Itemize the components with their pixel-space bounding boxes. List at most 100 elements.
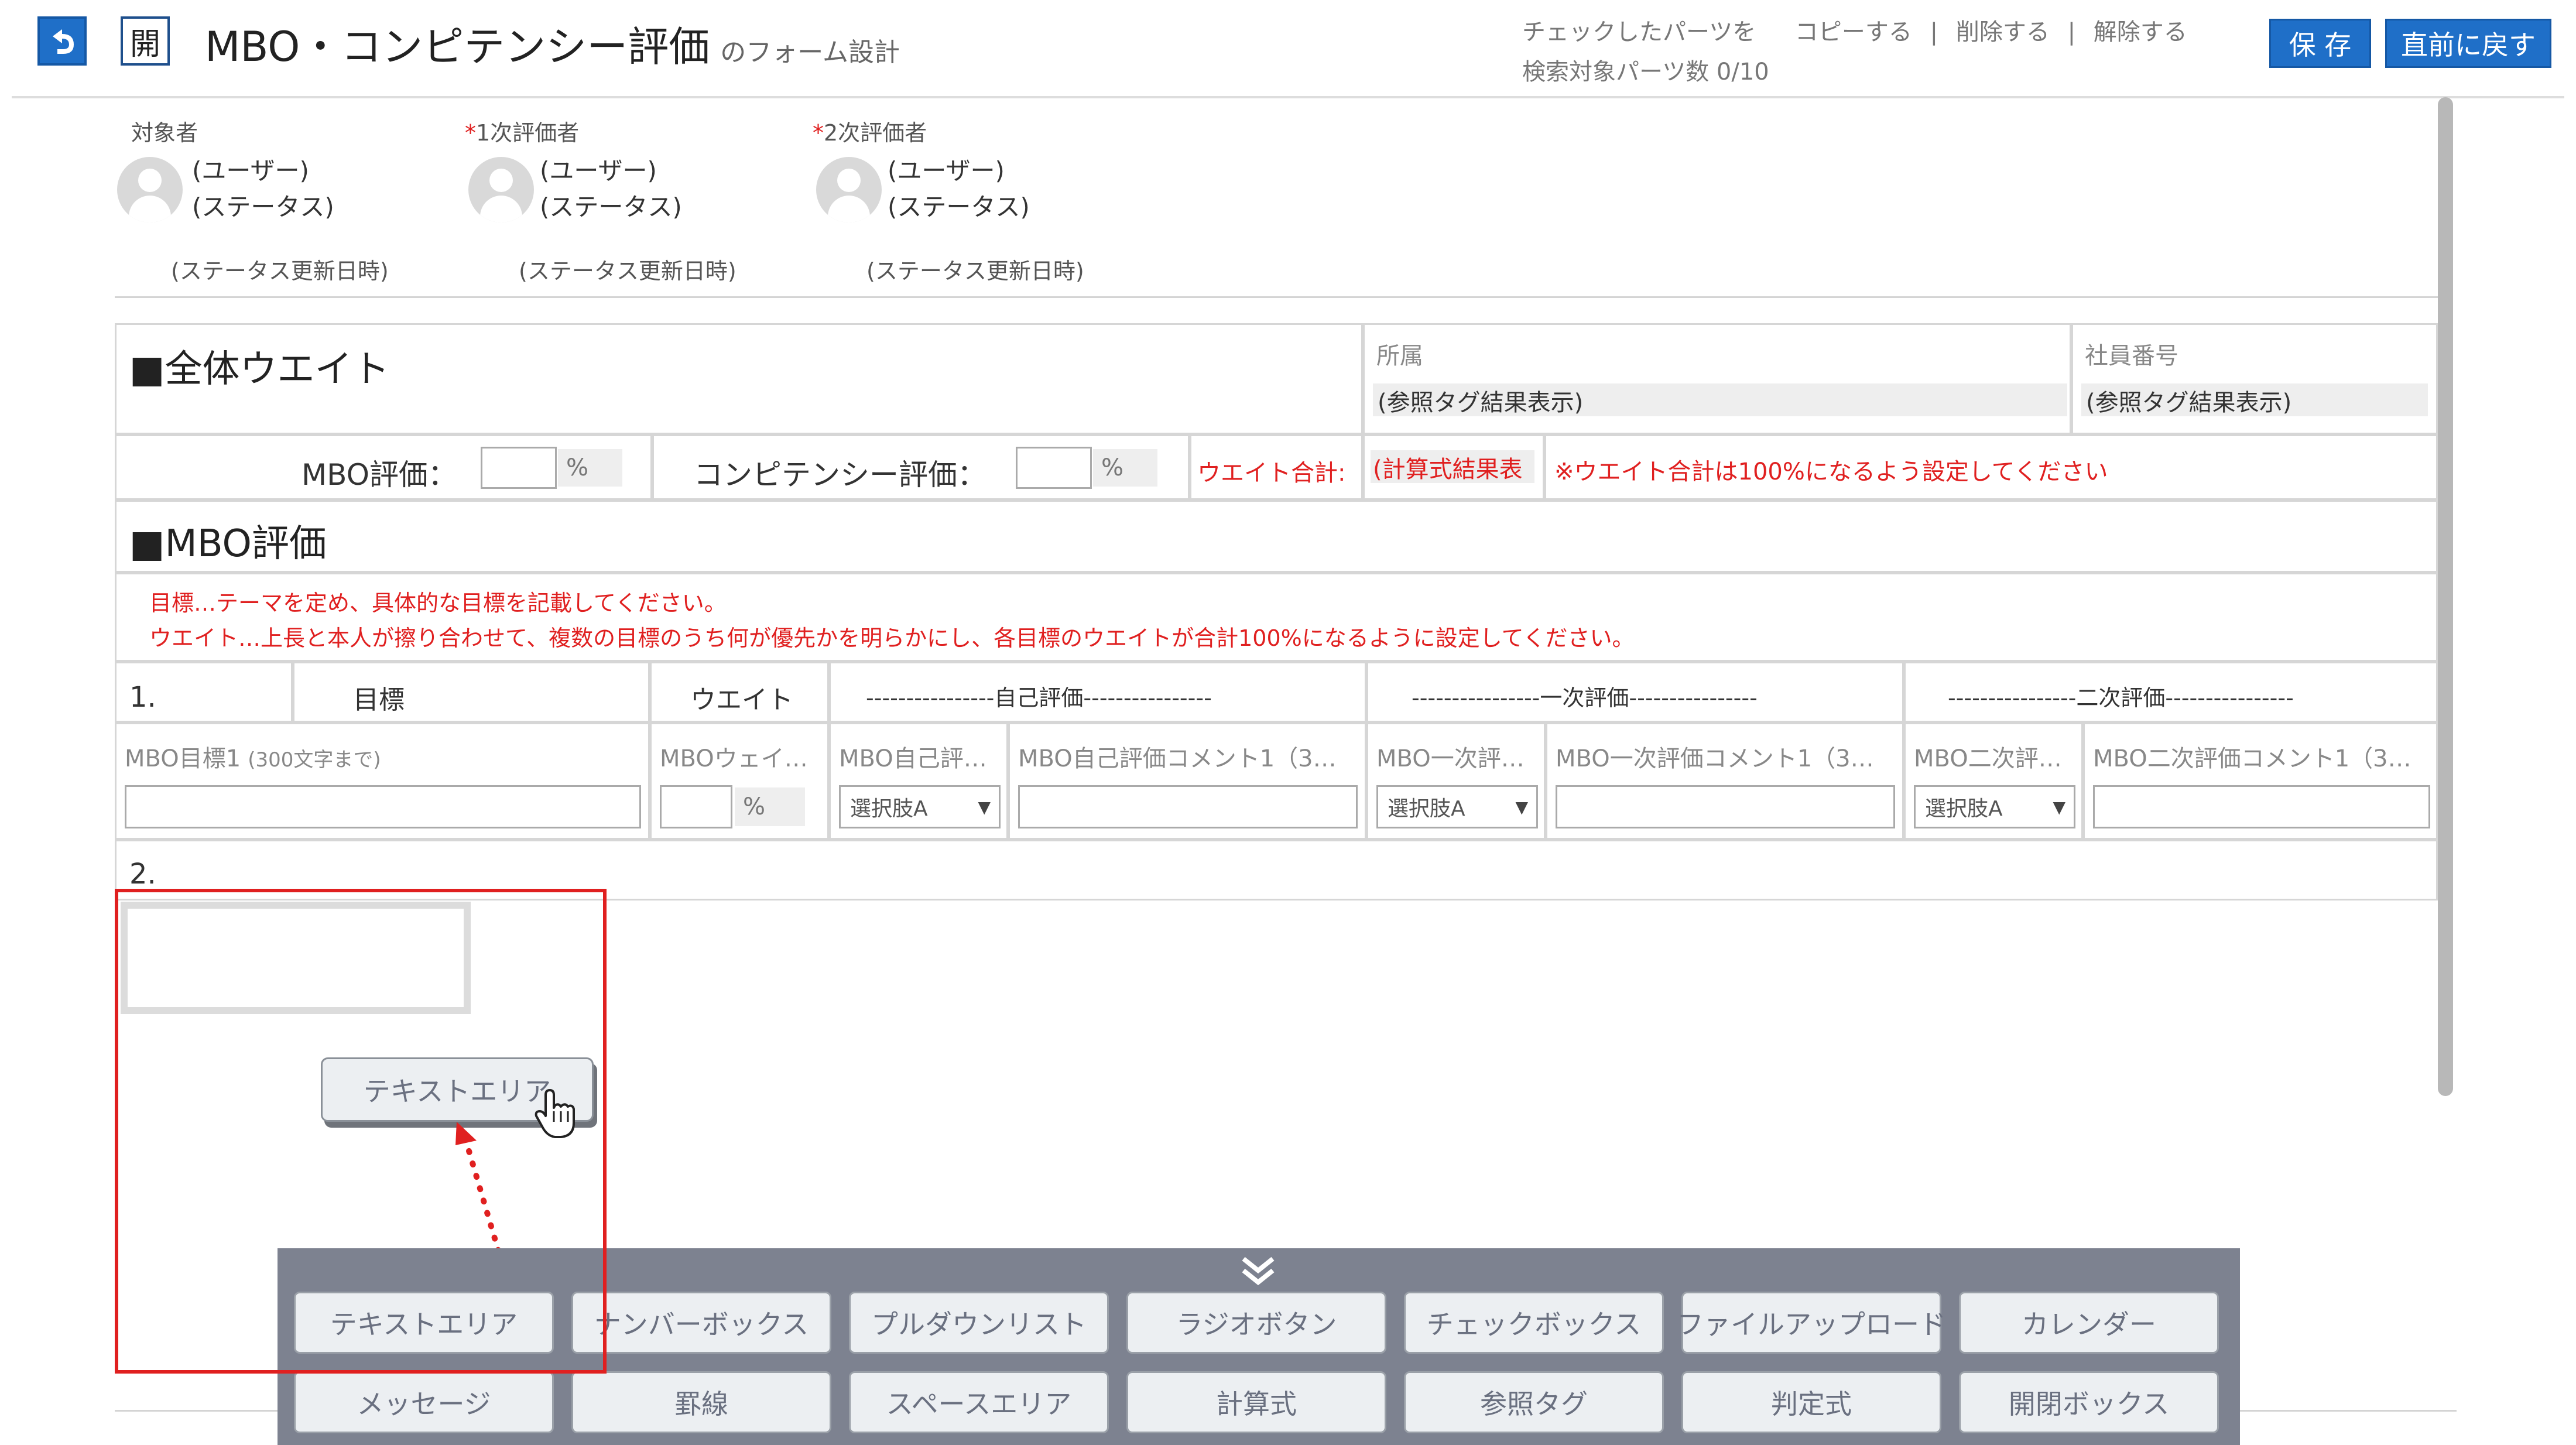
copy-link[interactable]: コピーする <box>1795 19 1912 46</box>
double-chevron-down-icon[interactable] <box>1238 1254 1279 1289</box>
total-label-cell: ウエイト合計: <box>1190 434 1363 500</box>
mbo-weight-label: MBO評価： <box>302 458 457 492</box>
row-number: 1. <box>129 681 156 714</box>
open-form-button[interactable]: 開 <box>121 16 170 66</box>
self-eval-label: MBO自己評… <box>839 745 987 772</box>
second-comment-cell: MBO二次評価コメント1（3… <box>2083 722 2438 840</box>
goal-weight-input[interactable] <box>660 785 732 828</box>
select-value: 選択肢A <box>850 797 928 821</box>
palette-radio-button[interactable]: ラジオボタン <box>1126 1292 1386 1354</box>
self-comment-label: MBO自己評価コメント1（3… <box>1018 745 1337 772</box>
col-goal-cell: 目標 <box>293 662 650 722</box>
palette-checkbox-button[interactable]: チェックボックス <box>1404 1292 1664 1354</box>
checked-parts-label: チェックしたパーツを <box>1522 19 1756 46</box>
weight-note: ※ウエイト合計は100%になるよう設定してください <box>1554 458 2108 485</box>
affiliation-value: (参照タグ結果表示) <box>1373 383 2067 416</box>
employee-no-label: 社員番号 <box>2085 343 2178 369</box>
self-comment-cell: MBO自己評価コメント1（3… <box>1008 722 1366 840</box>
bottom-divider <box>115 1410 278 1412</box>
goal-field-label: MBO目標1 <box>125 745 241 772</box>
checked-parts-bar: チェックしたパーツを コピーする | 削除する | 解除する <box>1522 13 2187 47</box>
competency-weight-cell: コンピテンシー評価： % <box>652 434 1190 500</box>
palette-collapsebox-button[interactable]: 開閉ボックス <box>1959 1371 2219 1433</box>
col-self-cell: ----------------自己評価---------------- <box>829 662 1366 722</box>
highlight-frame <box>115 889 607 1374</box>
undo-arrow-icon <box>53 29 74 54</box>
required-mark: * <box>465 120 476 146</box>
avatar <box>816 157 882 222</box>
save-button[interactable]: 保 存 <box>2269 19 2371 68</box>
evaluator-status: (ステータス) <box>888 193 1030 221</box>
competency-weight-label: コンピテンシー評価： <box>694 458 986 492</box>
select-value: 選択肢A <box>1925 797 2003 821</box>
weight-field-cell: MBOウェイ… % <box>650 722 829 840</box>
evaluator-role: 2次評価者 <box>824 120 927 146</box>
release-link[interactable]: 解除する <box>2094 19 2187 46</box>
goal-input[interactable] <box>125 785 641 828</box>
mbo-instruction-cell: 目標…テーマを定め、具体的な目標を記載してください。 ウエイト…上長と本人が擦り… <box>115 573 2438 662</box>
palette-ruleline-button[interactable]: 罫線 <box>571 1371 831 1433</box>
dropdown-arrow-icon: ▼ <box>1515 797 1528 817</box>
palette-formula-button[interactable]: 計算式 <box>1126 1371 1386 1433</box>
title-subtitle: のフォーム設計 <box>720 37 900 67</box>
search-count: 検索対象パーツ数 0/10 <box>1522 59 1769 85</box>
bottom-divider <box>2240 1410 2457 1412</box>
instruction-goal: 目標…テーマを定め、具体的な目標を記載してください。 <box>149 590 727 616</box>
evaluator-role: 1次評価者 <box>476 120 580 146</box>
header-divider <box>12 96 2564 98</box>
second-eval-label: MBO二次評… <box>1914 745 2062 772</box>
employee-no-cell: 社員番号 (参照タグ結果表示) <box>2071 323 2438 434</box>
weight-section-title: ■全体ウエイト <box>129 348 390 391</box>
row-number-cell: 1. <box>115 662 293 722</box>
dropdown-arrow-icon: ▼ <box>2053 797 2065 817</box>
evaluator-status: (ステータス) <box>540 193 682 221</box>
palette-pulldown-button[interactable]: プルダウンリスト <box>849 1292 1109 1354</box>
title-text: MBO・コンピテンシー評価 <box>205 23 710 71</box>
scrollbar-thumb[interactable] <box>2438 97 2453 1096</box>
col-goal: 目標 <box>353 685 405 715</box>
select-value: 選択肢A <box>1388 797 1465 821</box>
percent-label: % <box>735 787 805 826</box>
col-weight-cell: ウエイト <box>650 662 829 722</box>
second-eval-select[interactable]: 選択肢A ▼ <box>1914 785 2075 828</box>
col-first-cell: ----------------一次評価---------------- <box>1366 662 1904 722</box>
palette-reftag-button[interactable]: 参照タグ <box>1404 1371 1664 1433</box>
first-comment-input[interactable] <box>1556 785 1895 828</box>
mbo-weight-input[interactable] <box>481 447 557 489</box>
first-eval-select[interactable]: 選択肢A ▼ <box>1376 785 1538 828</box>
percent-label: % <box>558 449 622 487</box>
employee-no-value: (参照タグ結果表示) <box>2081 383 2428 416</box>
competency-weight-input[interactable] <box>1016 447 1092 489</box>
weight-total-value: (計算式結果表 <box>1371 450 1534 483</box>
back-button[interactable] <box>37 16 87 66</box>
first-comment-cell: MBO一次評価コメント1（3… <box>1546 722 1904 840</box>
col-second: ----------------二次評価---------------- <box>1948 685 2294 711</box>
first-comment-label: MBO一次評価コメント1（3… <box>1556 745 1874 772</box>
percent-label: % <box>1093 449 1157 487</box>
delete-link[interactable]: 削除する <box>1956 19 2050 46</box>
revert-button[interactable]: 直前に戻す <box>2385 19 2551 68</box>
affiliation-cell: 所属 (参照タグ結果表示) <box>1363 323 2071 434</box>
palette-spacearea-button[interactable]: スペースエリア <box>849 1371 1109 1433</box>
palette-calendar-button[interactable]: カレンダー <box>1959 1292 2219 1354</box>
avatar <box>468 157 534 222</box>
self-comment-input[interactable] <box>1018 785 1358 828</box>
total-value-cell: (計算式結果表 <box>1363 434 1544 500</box>
evaluator-user: (ユーザー) <box>888 156 1005 185</box>
palette-numberbox-button[interactable]: ナンバーボックス <box>571 1292 831 1354</box>
dropdown-arrow-icon: ▼ <box>978 797 991 817</box>
evaluator-status: (ステータス) <box>192 193 334 221</box>
palette-message-button[interactable]: メッセージ <box>294 1371 554 1433</box>
self-eval-select[interactable]: 選択肢A ▼ <box>839 785 1001 828</box>
palette-judgement-button[interactable]: 判定式 <box>1681 1371 1941 1433</box>
palette-fileupload-button[interactable]: ファイルアップロード <box>1677 1292 1946 1354</box>
weight-field-label: MBOウェイ… <box>660 745 808 772</box>
col-first: ----------------一次評価---------------- <box>1412 685 1758 711</box>
separator: | <box>2067 19 2076 46</box>
note-cell: ※ウエイト合計は100%になるよう設定してください <box>1544 434 2438 500</box>
weight-title-cell: ■全体ウエイト <box>115 323 1363 434</box>
evaluator-role: 対象者 <box>131 120 198 146</box>
second-comment-input[interactable] <box>2093 785 2430 828</box>
goal-field-cell: MBO目標1 (300文字まで) <box>115 722 650 840</box>
mbo-section-title: ■MBO評価 <box>129 522 327 566</box>
